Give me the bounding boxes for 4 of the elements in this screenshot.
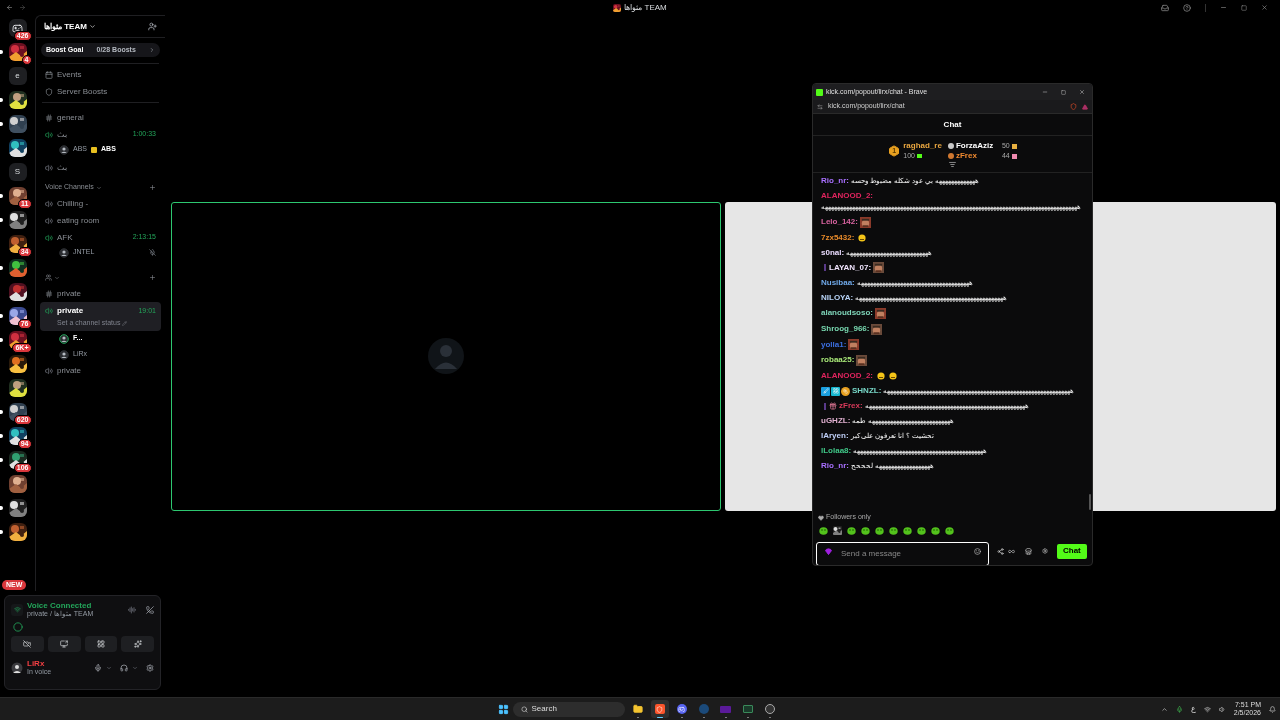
chat-header: Chat: [813, 114, 1092, 136]
window-title: مثواها TEAM: [624, 1, 667, 14]
username: LiRx: [27, 659, 46, 668]
voice-status: Voice Connected: [27, 601, 93, 610]
